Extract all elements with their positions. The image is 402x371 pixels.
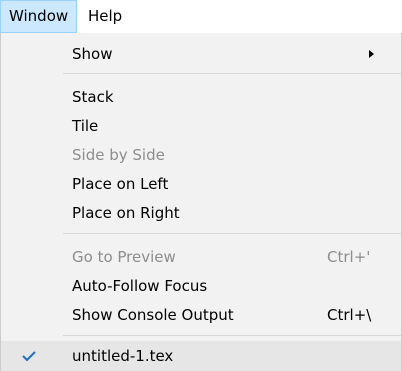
menu-item-auto-follow-focus-label: Auto-Follow Focus [72,277,208,295]
menu-item-show-label: Show [72,45,113,63]
menu-item-place-on-right[interactable]: Place on Right [1,198,401,228]
checkmark-icon [22,351,36,362]
menu-item-place-on-right-label: Place on Right [72,204,180,222]
menu-item-go-to-preview-shortcut: Ctrl+' [327,248,371,266]
menu-help[interactable]: Help [80,0,130,33]
menu-item-show-console-output[interactable]: Show Console Output Ctrl+\ [1,300,401,330]
menu-item-tile[interactable]: Tile [1,111,401,141]
menu-separator [63,233,401,234]
menu-item-show-console-output-shortcut: Ctrl+\ [327,306,372,324]
menu-item-stack-label: Stack [72,88,114,106]
menu-item-auto-follow-focus[interactable]: Auto-Follow Focus [1,271,401,301]
menu-item-stack[interactable]: Stack [1,82,401,112]
menu-item-side-by-side-label: Side by Side [72,146,165,164]
menu-item-show[interactable]: Show [1,39,401,69]
window-menu-dropdown: Show Stack Tile Side by Side Place on Le… [0,33,402,371]
menubar: Window Help [0,0,402,34]
menu-item-tile-label: Tile [72,117,99,135]
menu-item-place-on-left[interactable]: Place on Left [1,169,401,199]
chevron-right-icon [369,50,374,58]
menu-item-document[interactable]: untitled-1.tex [1,341,401,371]
menu-separator [63,335,401,336]
menu-window[interactable]: Window [0,0,78,33]
menu-separator [63,73,401,74]
menu-item-document-label: untitled-1.tex [72,347,174,365]
menu-item-place-on-left-label: Place on Left [72,175,169,193]
menu-item-side-by-side[interactable]: Side by Side [1,140,401,170]
menu-item-go-to-preview[interactable]: Go to Preview Ctrl+' [1,242,401,272]
menu-item-show-console-output-label: Show Console Output [72,306,234,324]
menu-item-go-to-preview-label: Go to Preview [72,248,176,266]
